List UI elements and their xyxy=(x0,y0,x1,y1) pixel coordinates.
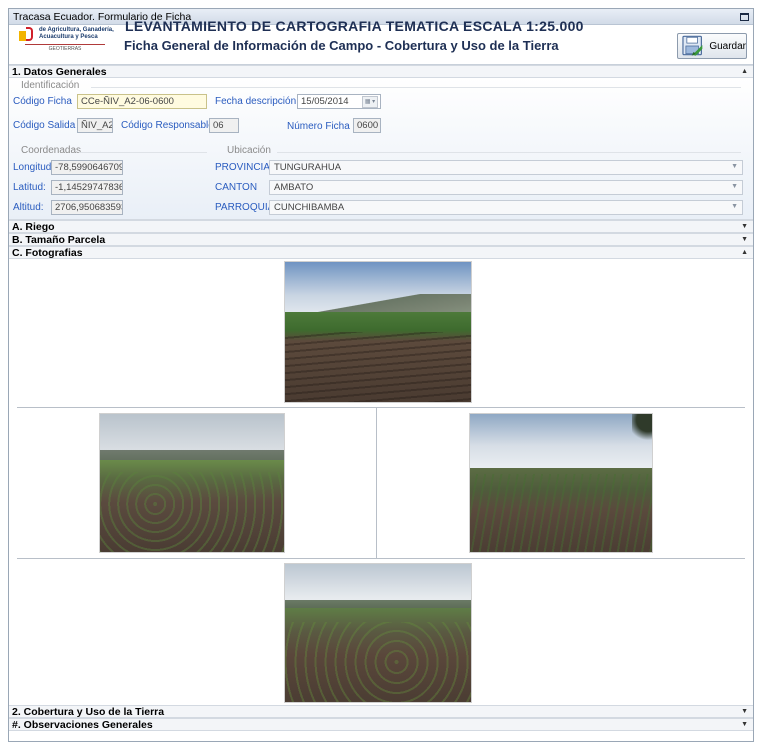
codigo-salida-label: Código Salida xyxy=(13,120,76,131)
project-title: LEVANTAMIENTO DE CARTOGRAFIA TEMATICA ES… xyxy=(125,18,584,34)
photo-grid-divider xyxy=(17,407,745,408)
section-datos-generales[interactable]: 1. Datos Generales ▲ xyxy=(9,65,753,78)
provincia-select[interactable]: TUNGURAHUA ▼ xyxy=(269,160,743,175)
numero-ficha-label: Número Ficha xyxy=(287,121,350,132)
section-fotografias[interactable]: C. Fotografias ▲ xyxy=(9,246,753,259)
canton-label: CANTON xyxy=(215,182,258,193)
triangle-down-icon[interactable]: ▼ xyxy=(741,708,748,715)
field-photo[interactable] xyxy=(284,563,472,703)
codigo-ficha-label: Código Ficha xyxy=(13,96,72,107)
triangle-down-icon[interactable]: ▼ xyxy=(741,236,748,243)
section-cobertura-uso[interactable]: 2. Cobertura y Uso de la Tierra ▼ xyxy=(9,705,753,718)
ministry-logo: de Agricultura, Ganadería, Acuacultura y… xyxy=(17,25,117,53)
latitud-field[interactable]: -1,145297478366 xyxy=(51,180,123,195)
group-divider xyxy=(277,152,741,153)
longitud-label: Longitud: xyxy=(13,162,55,173)
group-divider xyxy=(79,152,207,153)
canton-value: AMBATO xyxy=(274,182,314,193)
logo-mark-icon xyxy=(19,27,35,41)
field-photo[interactable] xyxy=(284,261,472,403)
triangle-down-icon[interactable]: ▼ xyxy=(741,223,748,230)
parroquia-label: PARROQUIA xyxy=(215,202,275,213)
longitud-field[interactable]: -78,59906467092 xyxy=(51,160,123,175)
logo-text-2: Acuacultura y Pesca xyxy=(39,34,98,40)
field-photo[interactable] xyxy=(99,413,285,553)
triangle-up-icon[interactable]: ▲ xyxy=(741,68,748,75)
datos-generales-panel: Identificación Código Ficha CCe-ÑIV_A2-0… xyxy=(9,78,753,220)
section-title: B. Tamaño Parcela xyxy=(12,233,106,246)
page-title: Ficha General de Información de Campo - … xyxy=(124,38,559,53)
codigo-ficha-field[interactable]: CCe-ÑIV_A2-06-0600 xyxy=(77,94,207,109)
section-title: 2. Cobertura y Uso de la Tierra xyxy=(12,705,165,718)
logo-text-3: GEOTIERRAS xyxy=(25,44,105,52)
section-observaciones[interactable]: #. Observaciones Generales ▼ xyxy=(9,718,753,731)
logo-text-1: de Agricultura, Ganadería, xyxy=(39,27,114,33)
codigo-responsable-label: Código Responsable xyxy=(121,120,214,131)
parroquia-select[interactable]: CUNCHIBAMBA ▼ xyxy=(269,200,743,215)
fecha-descripcion-picker[interactable]: 15/05/2014 ▦ ▾ xyxy=(297,94,381,109)
group-label-identificacion: Identificación xyxy=(21,80,80,91)
codigo-responsable-field[interactable]: 06 xyxy=(209,118,239,133)
numero-ficha-field[interactable]: 0600 xyxy=(353,118,381,133)
save-button-label: Guardar xyxy=(709,40,746,52)
form-window: Tracasa Ecuador. Formulario de Ficha de … xyxy=(8,8,754,742)
altitud-field[interactable]: 2706,950683593 xyxy=(51,200,123,215)
chevron-down-icon[interactable]: ▼ xyxy=(731,183,738,190)
group-divider xyxy=(91,87,741,88)
altitud-label: Altitud: xyxy=(13,202,44,213)
form-header: de Agricultura, Ganadería, Acuacultura y… xyxy=(9,18,753,65)
group-label-ubicacion: Ubicación xyxy=(227,145,271,156)
calendar-icon[interactable]: ▦ ▾ xyxy=(362,96,378,108)
canton-select[interactable]: AMBATO ▼ xyxy=(269,180,743,195)
section-riego[interactable]: A. Riego ▼ xyxy=(9,220,753,233)
maximize-icon[interactable] xyxy=(740,12,749,21)
triangle-down-icon[interactable]: ▼ xyxy=(741,721,748,728)
section-tamano-parcela[interactable]: B. Tamaño Parcela ▼ xyxy=(9,233,753,246)
group-label-coordenadas: Coordenadas xyxy=(21,145,82,156)
fecha-descripcion-label: Fecha descripción xyxy=(215,96,297,107)
triangle-up-icon[interactable]: ▲ xyxy=(741,249,748,256)
photo-grid-divider xyxy=(17,558,745,559)
field-photo[interactable] xyxy=(469,413,653,553)
parroquia-value: CUNCHIBAMBA xyxy=(274,202,345,213)
section-title: #. Observaciones Generales xyxy=(12,718,153,731)
codigo-salida-field[interactable]: ÑIV_A2 xyxy=(77,118,113,133)
chevron-down-icon[interactable]: ▼ xyxy=(731,163,738,170)
save-button[interactable]: Guardar xyxy=(677,33,747,59)
section-title: A. Riego xyxy=(12,220,55,233)
section-title: C. Fotografias xyxy=(12,246,83,259)
chevron-down-icon[interactable]: ▼ xyxy=(731,203,738,210)
provincia-value: TUNGURAHUA xyxy=(274,162,342,173)
fecha-value: 15/05/2014 xyxy=(301,96,349,107)
provincia-label: PROVINCIA xyxy=(215,162,271,173)
floppy-disk-icon xyxy=(682,35,703,56)
section-title: 1. Datos Generales xyxy=(12,65,107,78)
latitud-label: Latitud: xyxy=(13,182,46,193)
fotografias-panel xyxy=(9,259,753,705)
photo-grid-divider xyxy=(376,408,377,558)
